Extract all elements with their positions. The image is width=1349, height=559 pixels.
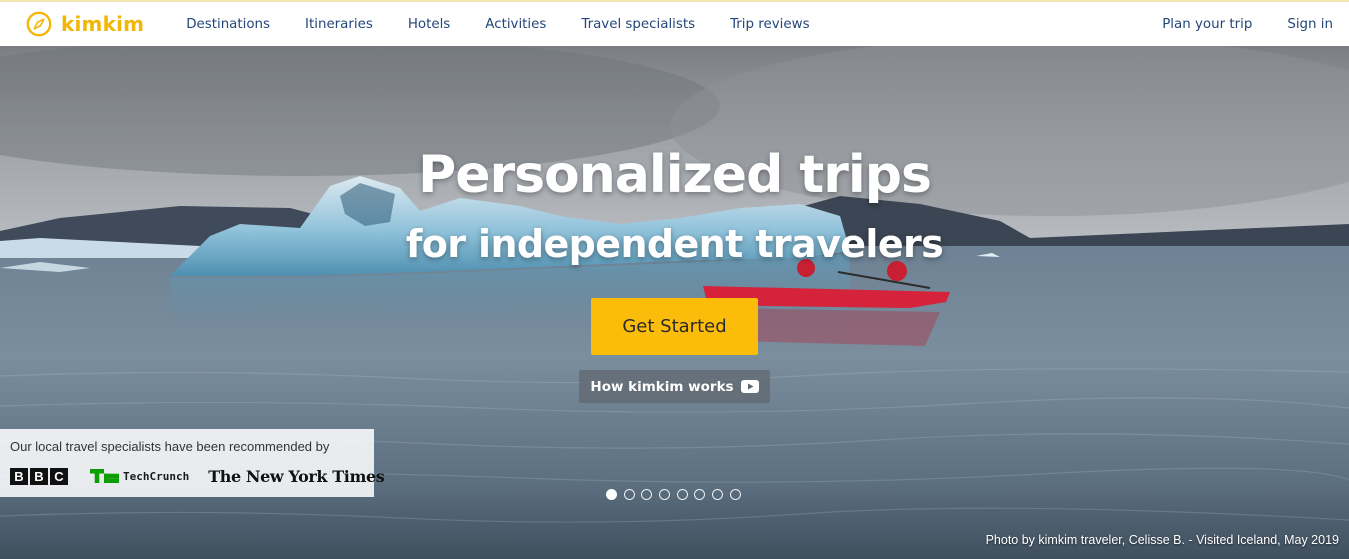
carousel-dot[interactable] xyxy=(641,489,653,500)
nav-link-trip-reviews[interactable]: Trip reviews xyxy=(730,17,809,32)
photo-credit: Photo by kimkim traveler, Celisse B. - V… xyxy=(985,533,1339,547)
hero-section: Personalized trips for independent trave… xyxy=(0,46,1349,559)
techcrunch-logo: TechCrunch xyxy=(90,469,189,483)
nav-link-destinations[interactable]: Destinations xyxy=(186,17,270,32)
nav-link-itineraries[interactable]: Itineraries xyxy=(305,17,373,32)
carousel-dot[interactable] xyxy=(659,489,671,500)
press-recommendations-box: Our local travel specialists have been r… xyxy=(0,429,385,497)
carousel-dot[interactable] xyxy=(623,489,635,500)
hero-title-line-1: Personalized trips xyxy=(418,145,932,205)
carousel-dot[interactable] xyxy=(676,489,688,500)
press-intro-text: Our local travel specialists have been r… xyxy=(10,439,330,454)
nav-link-activities[interactable]: Activities xyxy=(485,17,546,32)
hero-title-line-2: for independent travelers xyxy=(405,222,944,266)
get-started-button[interactable]: Get Started xyxy=(591,298,758,355)
sign-in-link[interactable]: Sign in xyxy=(1287,17,1333,32)
nav-link-travel-specialists[interactable]: Travel specialists xyxy=(581,17,695,32)
press-logos: B B C TechCrunch The New York Times xyxy=(10,466,385,486)
account-nav: Plan your trip Sign in xyxy=(1127,2,1333,46)
bbc-letter: B xyxy=(10,467,28,485)
plan-your-trip-link[interactable]: Plan your trip xyxy=(1162,17,1252,32)
techcrunch-wordmark: TechCrunch xyxy=(123,469,190,483)
carousel-dot[interactable] xyxy=(606,489,617,500)
nyt-logo: The New York Times xyxy=(208,466,385,486)
top-navigation-bar: kimkim Destinations Itineraries Hotels A… xyxy=(0,0,1349,46)
bbc-logo: B B C xyxy=(10,467,70,485)
bbc-letter: C xyxy=(50,467,68,485)
techcrunch-mark-icon xyxy=(90,469,119,483)
compass-icon xyxy=(26,11,52,37)
brand-name: kimkim xyxy=(61,12,145,36)
carousel-dot[interactable] xyxy=(729,489,741,500)
carousel-dot[interactable] xyxy=(694,489,706,500)
bbc-letter: B xyxy=(30,467,48,485)
main-nav: Destinations Itineraries Hotels Activiti… xyxy=(186,17,844,32)
how-kimkim-works-button[interactable]: How kimkim works xyxy=(579,370,770,403)
brand-logo[interactable]: kimkim xyxy=(26,1,144,47)
carousel-dots xyxy=(606,489,748,500)
how-kimkim-works-label: How kimkim works xyxy=(590,378,734,395)
nav-link-hotels[interactable]: Hotels xyxy=(408,17,450,32)
carousel-dot[interactable] xyxy=(712,489,724,500)
youtube-play-icon xyxy=(740,380,759,393)
